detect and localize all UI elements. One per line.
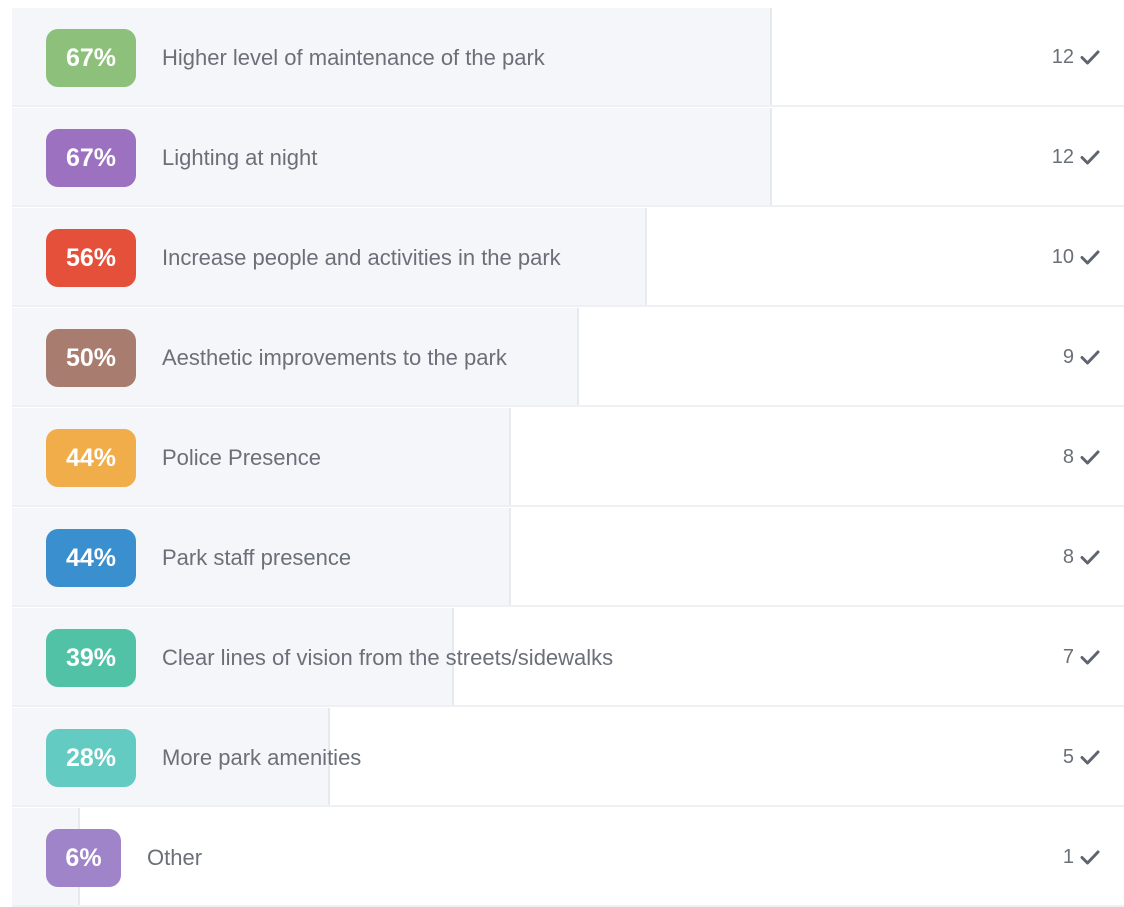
percent-badge: 56% xyxy=(46,229,136,287)
percent-badge: 39% xyxy=(46,629,136,687)
chart-row: 67% Higher level of maintenance of the pa… xyxy=(12,8,1124,107)
percent-badge: 50% xyxy=(46,329,136,387)
checkmark-icon xyxy=(1080,650,1100,665)
checkmark-icon xyxy=(1080,850,1100,865)
checkmark-icon xyxy=(1080,550,1100,565)
bar-label: Increase people and activities in the pa… xyxy=(162,245,561,270)
percent-badge: 28% xyxy=(46,729,136,787)
checkmark-icon xyxy=(1080,450,1100,465)
bar-label: Park staff presence xyxy=(162,545,352,570)
bar-label: Police Presence xyxy=(162,445,321,470)
bar-label: Other xyxy=(147,845,203,870)
chart-row: 44% Park staff presence 8 xyxy=(12,508,1124,607)
vote-count: 12 xyxy=(1052,108,1100,207)
chart-row: 28% More park amenities 5 xyxy=(12,708,1124,807)
vote-count-value: 12 xyxy=(1051,146,1074,168)
vote-count-value: 8 xyxy=(1062,446,1074,468)
chart-row: 44% Police Presence 8 xyxy=(12,408,1124,507)
bar-label: Aesthetic improvements to the park xyxy=(162,345,507,370)
percent-badge: 44% xyxy=(46,529,136,587)
vote-count: 8 xyxy=(1063,508,1100,607)
percent-badge: 44% xyxy=(46,429,136,487)
chart-row: 6% Other 1 xyxy=(12,808,1124,907)
checkmark-icon xyxy=(1080,350,1100,365)
vote-count-value: 1 xyxy=(1062,846,1074,868)
percent-badge: 67% xyxy=(46,129,136,187)
checkmark-icon xyxy=(1080,50,1100,65)
chart-row: 50% Aesthetic improvements to the park 9 xyxy=(12,308,1124,407)
chart-row: 56% Increase people and activities in the… xyxy=(12,208,1124,307)
vote-count-value: 10 xyxy=(1051,246,1074,268)
percent-badge: 6% xyxy=(46,829,121,887)
vote-count-value: 9 xyxy=(1062,346,1074,368)
checkmark-icon xyxy=(1080,250,1100,265)
bar-label: Lighting at night xyxy=(162,145,318,170)
checkmark-icon xyxy=(1080,750,1100,765)
bar-label: Clear lines of vision from the streets/s… xyxy=(162,645,614,670)
vote-count: 8 xyxy=(1063,408,1100,507)
vote-count: 1 xyxy=(1063,808,1100,907)
vote-count-value: 7 xyxy=(1062,646,1074,668)
vote-count: 5 xyxy=(1063,708,1100,807)
vote-count: 12 xyxy=(1052,8,1100,107)
percent-badge: 67% xyxy=(46,29,136,87)
chart-row: 39% Clear lines of vision from the street… xyxy=(12,608,1124,707)
vote-count: 9 xyxy=(1063,308,1100,407)
vote-count-value: 8 xyxy=(1062,546,1074,568)
vote-count: 7 xyxy=(1063,608,1100,707)
checkmark-icon xyxy=(1080,150,1100,165)
response-bar-chart: 67% Higher level of maintenance of the pa… xyxy=(12,8,1124,907)
vote-count-value: 12 xyxy=(1051,46,1074,68)
vote-count: 10 xyxy=(1052,208,1100,307)
vote-count-value: 5 xyxy=(1062,746,1074,768)
bar-label: More park amenities xyxy=(162,745,362,770)
bar-label: Higher level of maintenance of the park xyxy=(162,45,545,70)
chart-row: 67% Lighting at night 12 xyxy=(12,108,1124,207)
